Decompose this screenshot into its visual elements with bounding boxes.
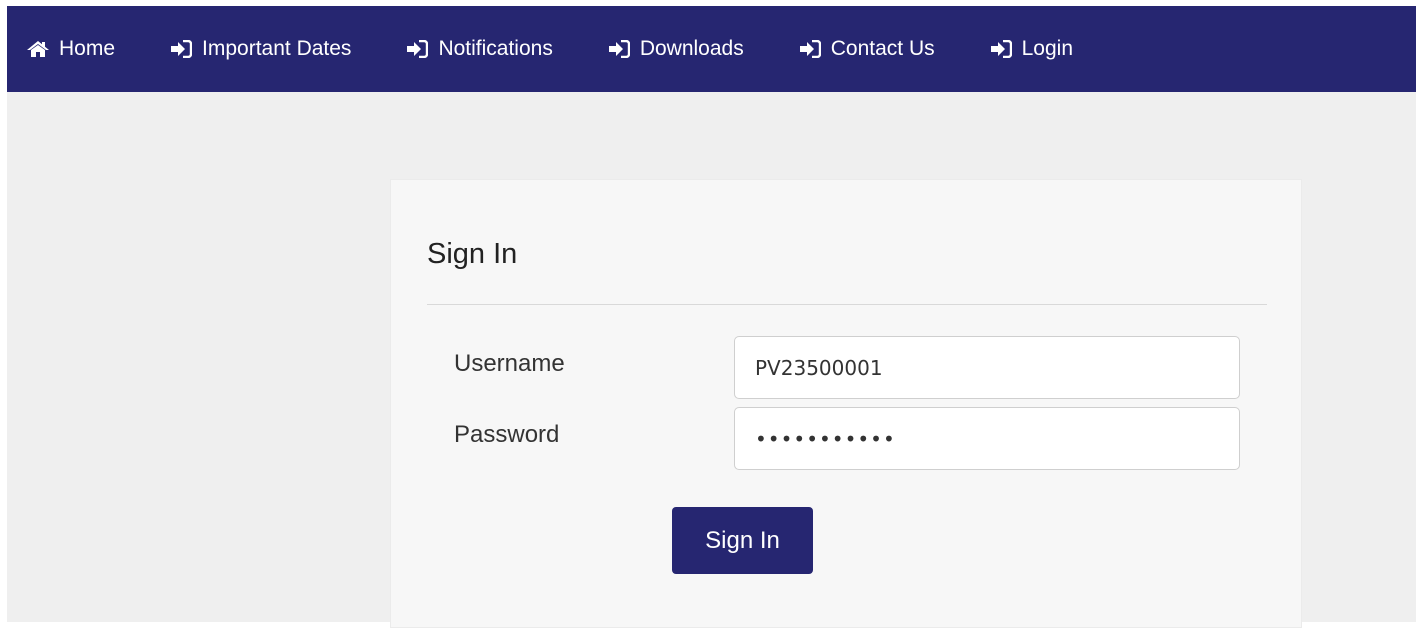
- sign-in-icon: [170, 40, 193, 58]
- nav-item-downloads[interactable]: Downloads: [608, 37, 744, 61]
- password-label: Password: [454, 421, 560, 448]
- nav-label: Contact Us: [830, 37, 935, 60]
- sign-in-icon: [608, 40, 630, 58]
- nav-item-login[interactable]: Login: [990, 37, 1073, 61]
- nav-label: Login: [1021, 37, 1073, 60]
- nav-label: Notifications: [438, 37, 553, 60]
- sign-in-icon: [406, 40, 429, 58]
- top-navbar: Home Important Dates Notifications Downl…: [7, 6, 1416, 92]
- nav-item-important-dates[interactable]: Important Dates: [170, 37, 351, 61]
- page: Home Important Dates Notifications Downl…: [7, 6, 1416, 628]
- nav-item-home[interactable]: Home: [27, 37, 115, 61]
- card-divider: [427, 304, 1267, 305]
- home-icon: [27, 40, 49, 58]
- nav-label: Important Dates: [202, 37, 352, 60]
- sign-in-button[interactable]: Sign In: [672, 507, 813, 574]
- sign-in-icon: [799, 40, 821, 58]
- sign-in-card: Sign In Username Password Sign In: [390, 179, 1302, 628]
- nav-label: Home: [59, 37, 116, 60]
- username-field[interactable]: [734, 336, 1240, 399]
- nav-label: Downloads: [639, 37, 744, 60]
- sign-in-icon: [990, 40, 1012, 58]
- card-title: Sign In: [427, 238, 518, 270]
- nav-item-contact-us[interactable]: Contact Us: [799, 37, 935, 61]
- username-label: Username: [454, 350, 565, 377]
- password-field[interactable]: [734, 407, 1240, 470]
- nav-item-notifications[interactable]: Notifications: [406, 37, 553, 61]
